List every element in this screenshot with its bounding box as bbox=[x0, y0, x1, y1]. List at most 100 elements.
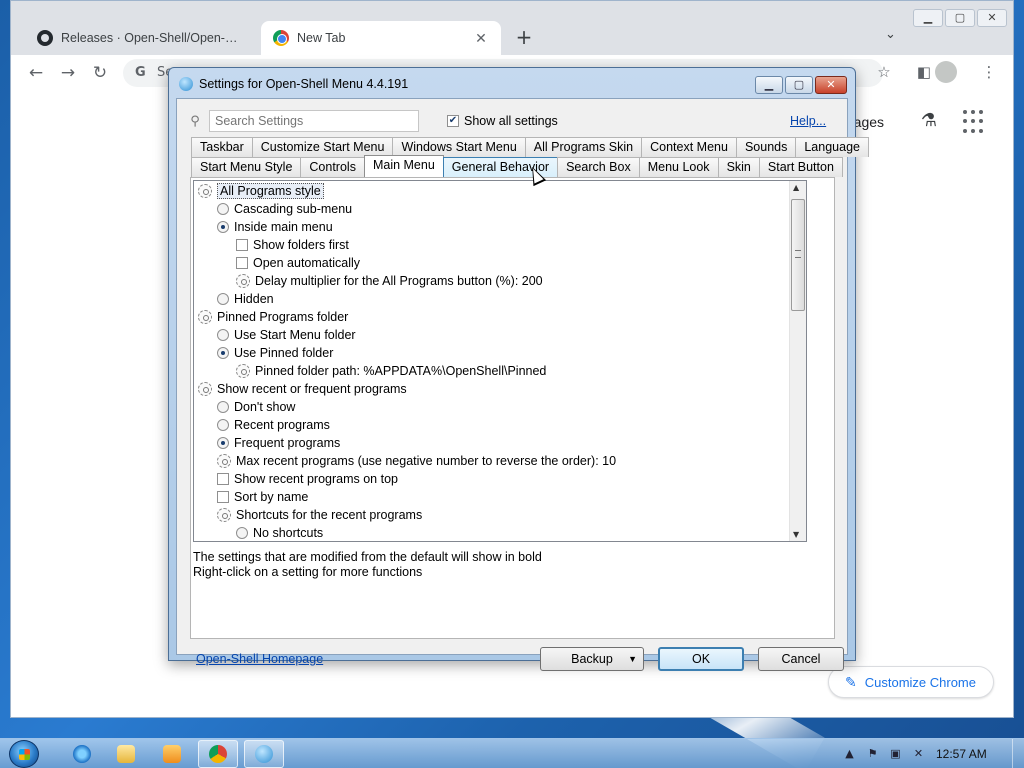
checkbox-unchecked-icon[interactable] bbox=[236, 239, 248, 251]
tab-customize-start-menu[interactable]: Customize Start Menu bbox=[251, 137, 394, 157]
close-icon[interactable]: ✕ bbox=[815, 76, 847, 94]
tree-item[interactable]: Show recent programs on top bbox=[217, 470, 398, 488]
tab-search-chevron-icon[interactable]: ⌄ bbox=[885, 27, 896, 42]
tab-context-menu[interactable]: Context Menu bbox=[641, 137, 737, 157]
show-desktop-button[interactable] bbox=[1012, 739, 1024, 768]
bookmark-star-icon[interactable]: ☆ bbox=[873, 63, 895, 81]
network-icon[interactable]: ▣ bbox=[888, 746, 903, 761]
tree-item[interactable]: Don't show bbox=[217, 398, 295, 416]
chrome-icon bbox=[273, 30, 289, 46]
tree-item[interactable]: Show folders first bbox=[236, 236, 349, 254]
tab-language[interactable]: Language bbox=[795, 137, 869, 157]
tree-item[interactable]: Open automatically bbox=[236, 254, 360, 272]
tab-start-button[interactable]: Start Button bbox=[758, 157, 843, 177]
show-all-settings-checkbox[interactable]: ✔ Show all settings bbox=[447, 114, 558, 128]
tree-item[interactable]: Inside main menu bbox=[217, 218, 333, 236]
tab-main-menu[interactable]: Main Menu bbox=[363, 155, 444, 177]
tab-taskbar[interactable]: Taskbar bbox=[191, 137, 253, 157]
browser-tab-releases[interactable]: Releases · Open-Shell/Open-Shel bbox=[25, 21, 257, 55]
checkbox-checked[interactable]: ✔ bbox=[447, 115, 459, 127]
tree-item[interactable]: Hidden bbox=[217, 290, 274, 308]
scrollbar-thumb[interactable] bbox=[791, 199, 805, 311]
close-icon[interactable]: ✕ bbox=[977, 9, 1007, 27]
start-button[interactable] bbox=[9, 740, 39, 768]
taskbar-explorer[interactable] bbox=[106, 740, 146, 768]
tree-item[interactable]: All Programs style bbox=[198, 182, 324, 200]
radio-unselected-icon[interactable] bbox=[217, 401, 229, 413]
tab-sounds[interactable]: Sounds bbox=[735, 137, 797, 157]
reload-icon[interactable]: ↻ bbox=[87, 61, 113, 85]
search-settings-input[interactable] bbox=[209, 110, 419, 132]
action-center-flag-icon[interactable]: ⚑ bbox=[865, 746, 880, 761]
ok-button[interactable]: OK bbox=[658, 647, 744, 671]
tab-all-programs-skin[interactable]: All Programs Skin bbox=[524, 137, 643, 157]
back-arrow-icon[interactable]: ← bbox=[23, 61, 49, 85]
new-tab-button[interactable]: + bbox=[511, 25, 537, 51]
open-shell-homepage-link[interactable]: Open-Shell Homepage bbox=[196, 652, 323, 666]
dialog-titlebar[interactable]: Settings for Open-Shell Menu 4.4.191 bbox=[179, 77, 408, 91]
show-all-settings-label: Show all settings bbox=[464, 114, 558, 128]
checkbox-unchecked-icon[interactable] bbox=[217, 473, 229, 485]
tree-item[interactable]: Pinned folder path: %APPDATA%\OpenShell\… bbox=[236, 362, 546, 380]
more-menu-icon[interactable]: ⋮ bbox=[978, 63, 1000, 81]
labs-flask-icon[interactable]: ⚗ bbox=[918, 110, 940, 134]
tree-item[interactable]: Sort by name bbox=[217, 488, 308, 506]
maximize-icon[interactable]: ▢ bbox=[945, 9, 975, 27]
taskbar-clock[interactable]: 12:57 AM bbox=[936, 747, 987, 761]
tree-item[interactable]: Delay multiplier for the All Programs bu… bbox=[236, 272, 543, 290]
minimize-icon[interactable]: ▁ bbox=[755, 76, 783, 94]
checkbox-unchecked-icon[interactable] bbox=[236, 257, 248, 269]
tree-item[interactable]: Max recent programs (use negative number… bbox=[217, 452, 616, 470]
google-apps-icon[interactable] bbox=[963, 110, 987, 134]
profile-avatar[interactable] bbox=[935, 61, 957, 83]
maximize-icon[interactable]: ▢ bbox=[785, 76, 813, 94]
tab-skin[interactable]: Skin bbox=[717, 157, 760, 177]
scroll-down-arrow-icon[interactable]: ▼ bbox=[793, 530, 799, 539]
radio-unselected-icon[interactable] bbox=[217, 293, 229, 305]
taskbar-chrome[interactable] bbox=[198, 740, 238, 768]
cancel-button[interactable]: Cancel bbox=[758, 647, 844, 671]
tree-item[interactable]: Frequent programs bbox=[217, 434, 340, 452]
taskbar: ▲ ⚑ ▣ ✕ 12:57 AM bbox=[0, 738, 1024, 768]
radio-selected-icon[interactable] bbox=[217, 347, 229, 359]
tree-item[interactable]: Use Pinned folder bbox=[217, 344, 333, 362]
tab-search-box[interactable]: Search Box bbox=[557, 157, 640, 177]
tree-item-label: Max recent programs (use negative number… bbox=[236, 454, 617, 468]
radio-unselected-icon[interactable] bbox=[236, 527, 248, 539]
minimize-icon[interactable]: ▁ bbox=[913, 9, 943, 27]
tab-menu-look[interactable]: Menu Look bbox=[638, 157, 719, 177]
radio-unselected-icon[interactable] bbox=[217, 203, 229, 215]
tree-item[interactable]: Shortcuts for the recent programs bbox=[217, 506, 422, 524]
help-link[interactable]: Help... bbox=[790, 114, 826, 128]
tree-item[interactable]: Cascading sub-menu bbox=[217, 200, 352, 218]
tree-item-label: Recent programs bbox=[234, 418, 330, 432]
tree-item[interactable]: Pinned Programs folder bbox=[198, 308, 348, 326]
checkbox-unchecked-icon[interactable] bbox=[217, 491, 229, 503]
tree-item[interactable]: No shortcuts bbox=[236, 524, 323, 541]
scroll-up-arrow-icon[interactable]: ▲ bbox=[793, 183, 799, 192]
tab-start-menu-style[interactable]: Start Menu Style bbox=[191, 157, 302, 177]
taskbar-media-player[interactable] bbox=[152, 740, 192, 768]
side-panel-icon[interactable]: ◧ bbox=[913, 63, 935, 81]
taskbar-internet-explorer[interactable] bbox=[62, 740, 102, 768]
radio-selected-icon[interactable] bbox=[217, 437, 229, 449]
radio-unselected-icon[interactable] bbox=[217, 419, 229, 431]
vertical-scrollbar[interactable]: ▲ ▼ bbox=[789, 181, 806, 541]
radio-selected-icon[interactable] bbox=[217, 221, 229, 233]
tab-windows-start-menu[interactable]: Windows Start Menu bbox=[392, 137, 526, 157]
forward-arrow-icon[interactable]: → bbox=[55, 61, 81, 85]
taskbar-open-shell[interactable] bbox=[244, 740, 284, 768]
open-shell-icon bbox=[179, 77, 193, 91]
tree-item[interactable]: Use Start Menu folder bbox=[217, 326, 356, 344]
customize-chrome-button[interactable]: ✎ Customize Chrome bbox=[828, 666, 994, 698]
volume-muted-icon[interactable]: ✕ bbox=[911, 746, 926, 761]
browser-tab-new-tab[interactable]: New Tab ✕ bbox=[261, 21, 501, 55]
close-tab-icon[interactable]: ✕ bbox=[473, 30, 489, 47]
show-hidden-icons-arrow-icon[interactable]: ▲ bbox=[842, 746, 857, 761]
tree-item[interactable]: Recent programs bbox=[217, 416, 330, 434]
radio-unselected-icon[interactable] bbox=[217, 329, 229, 341]
tree-item[interactable]: Show recent or frequent programs bbox=[198, 380, 407, 398]
backup-button[interactable]: Backup ▼ bbox=[540, 647, 644, 671]
tree-item-label: Pinned Programs folder bbox=[217, 310, 349, 324]
tab-controls[interactable]: Controls bbox=[300, 157, 365, 177]
